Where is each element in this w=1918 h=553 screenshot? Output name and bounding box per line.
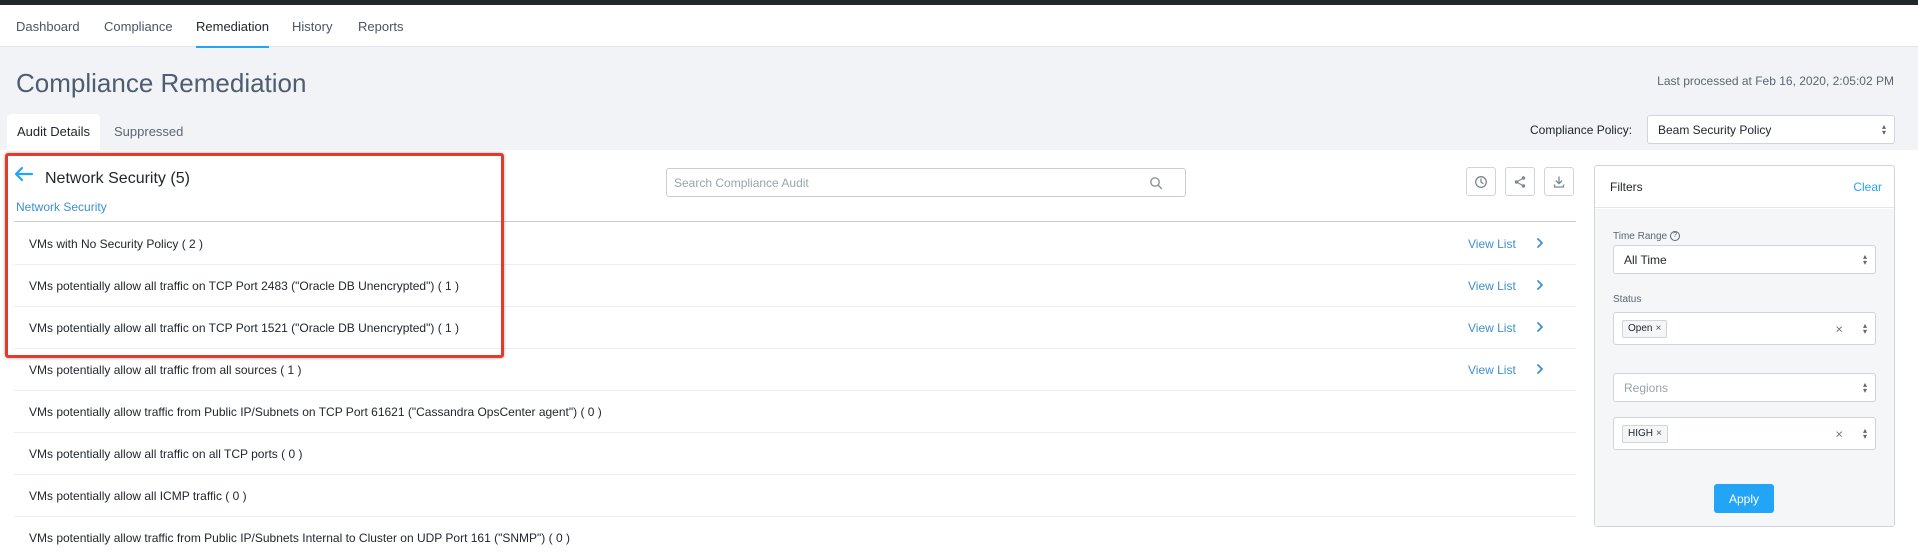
clear-selection-icon[interactable]: ×: [1835, 321, 1843, 336]
download-icon: [1553, 175, 1565, 188]
status-tag-open: Open ×: [1622, 319, 1668, 338]
time-range-value: All Time: [1624, 252, 1667, 267]
audit-row-label: VMs potentially allow all traffic on TCP…: [29, 279, 460, 293]
audit-row-label: VMs potentially allow traffic from Publi…: [29, 531, 570, 545]
audit-row-label: VMs potentially allow all traffic on TCP…: [29, 321, 460, 335]
list-divider: [14, 221, 1576, 222]
audit-row[interactable]: VMs potentially allow traffic from Publi…: [14, 517, 1576, 553]
filters-body: Time Range? All Time ▴ ▾ Status Open × × ▴…: [1595, 209, 1894, 526]
select-arrows-icon: ▴ ▾: [1862, 320, 1867, 336]
nav-reports[interactable]: Reports: [358, 19, 404, 34]
page-title: Compliance Remediation: [16, 68, 307, 98]
status-tag-label: Open: [1628, 323, 1653, 334]
last-processed-text: Last processed at Feb 16, 2020, 2:05:02 …: [1657, 74, 1894, 88]
regions-select[interactable]: Regions ▴ ▾: [1613, 373, 1876, 402]
chevron-right-icon[interactable]: [1535, 236, 1545, 250]
time-range-label-text: Time Range: [1613, 231, 1668, 242]
apply-button[interactable]: Apply: [1714, 484, 1774, 513]
search-icon[interactable]: [1149, 176, 1163, 190]
audit-row-label: VMs potentially allow all ICMP traffic (…: [29, 489, 247, 503]
back-arrow-icon[interactable]: [14, 166, 34, 182]
view-list-link[interactable]: View List: [1468, 321, 1516, 335]
section-title: Network Security (5): [45, 170, 190, 187]
nav-compliance[interactable]: Compliance: [104, 19, 173, 34]
filters-header: Filters Clear: [1595, 166, 1894, 208]
audit-row[interactable]: VMs potentially allow all ICMP traffic (…: [14, 475, 1576, 517]
compliance-policy-value: Beam Security Policy: [1658, 122, 1772, 137]
info-icon[interactable]: ?: [1670, 231, 1681, 242]
audit-row[interactable]: VMs potentially allow all traffic on all…: [14, 433, 1576, 475]
audit-row-label: VMs potentially allow all traffic on all…: [29, 447, 303, 461]
share-icon: [1514, 175, 1526, 188]
filters-clear-link[interactable]: Clear: [1853, 180, 1882, 194]
select-arrows-icon: ▴ ▾: [1862, 425, 1867, 441]
history-button[interactable]: [1466, 167, 1496, 196]
audit-row[interactable]: VMs potentially allow all traffic on TCP…: [14, 307, 1576, 349]
tab-audit-details[interactable]: Audit Details: [7, 114, 100, 150]
tab-suppressed[interactable]: Suppressed: [104, 114, 193, 150]
filters-panel: Filters Clear Time Range? All Time ▴ ▾ St…: [1594, 165, 1895, 527]
clock-icon: [1475, 175, 1487, 188]
nav-dashboard[interactable]: Dashboard: [16, 19, 80, 34]
remove-tag-icon[interactable]: ×: [1656, 428, 1662, 439]
select-arrows-icon: ▴ ▾: [1862, 251, 1867, 267]
view-list-link[interactable]: View List: [1468, 279, 1516, 293]
search-box: [666, 168, 1186, 197]
download-button[interactable]: [1544, 167, 1574, 196]
status-label: Status: [1613, 294, 1642, 305]
nav-remediation[interactable]: Remediation: [196, 19, 269, 48]
top-nav: Dashboard Compliance Remediation History…: [0, 5, 1918, 48]
nav-history[interactable]: History: [292, 19, 332, 34]
section-subtitle: Network Security: [16, 200, 107, 214]
filters-title: Filters: [1610, 180, 1643, 194]
select-arrows-icon: ▴ ▾: [1862, 379, 1867, 395]
audit-row[interactable]: VMs potentially allow all traffic from a…: [14, 349, 1576, 391]
severity-tag-label: HIGH: [1628, 428, 1653, 439]
time-range-select[interactable]: All Time ▴ ▾: [1613, 245, 1876, 274]
status-multiselect[interactable]: Open × × ▴ ▾: [1613, 312, 1876, 345]
severity-multiselect[interactable]: HIGH × × ▴ ▾: [1613, 417, 1876, 450]
audit-row[interactable]: VMs potentially allow all traffic on TCP…: [14, 265, 1576, 307]
chevron-right-icon[interactable]: [1535, 320, 1545, 334]
compliance-policy-label: Compliance Policy:: [1530, 123, 1633, 137]
view-list-link[interactable]: View List: [1468, 237, 1516, 251]
audit-row-label: VMs potentially allow all traffic from a…: [29, 363, 302, 377]
chevron-right-icon[interactable]: [1535, 362, 1545, 376]
audit-row[interactable]: VMs with No Security Policy ( 2 ) View Li…: [14, 223, 1576, 265]
view-list-link[interactable]: View List: [1468, 363, 1516, 377]
share-button[interactable]: [1505, 167, 1535, 196]
regions-placeholder: Regions: [1624, 380, 1669, 395]
remove-tag-icon[interactable]: ×: [1655, 323, 1661, 334]
severity-tag-high: HIGH ×: [1622, 424, 1668, 443]
audit-row-label: VMs potentially allow traffic from Publi…: [29, 405, 602, 419]
compliance-policy-select[interactable]: Beam Security Policy ▴ ▾: [1647, 115, 1895, 144]
audit-row[interactable]: VMs potentially allow traffic from Publi…: [14, 391, 1576, 433]
clear-selection-icon[interactable]: ×: [1835, 426, 1843, 441]
search-input[interactable]: [667, 169, 1147, 196]
chevron-right-icon[interactable]: [1535, 278, 1545, 292]
audit-row-label: VMs with No Security Policy ( 2 ): [29, 237, 204, 251]
time-range-label: Time Range?: [1613, 231, 1681, 242]
select-arrows-icon: ▴ ▾: [1881, 121, 1886, 137]
